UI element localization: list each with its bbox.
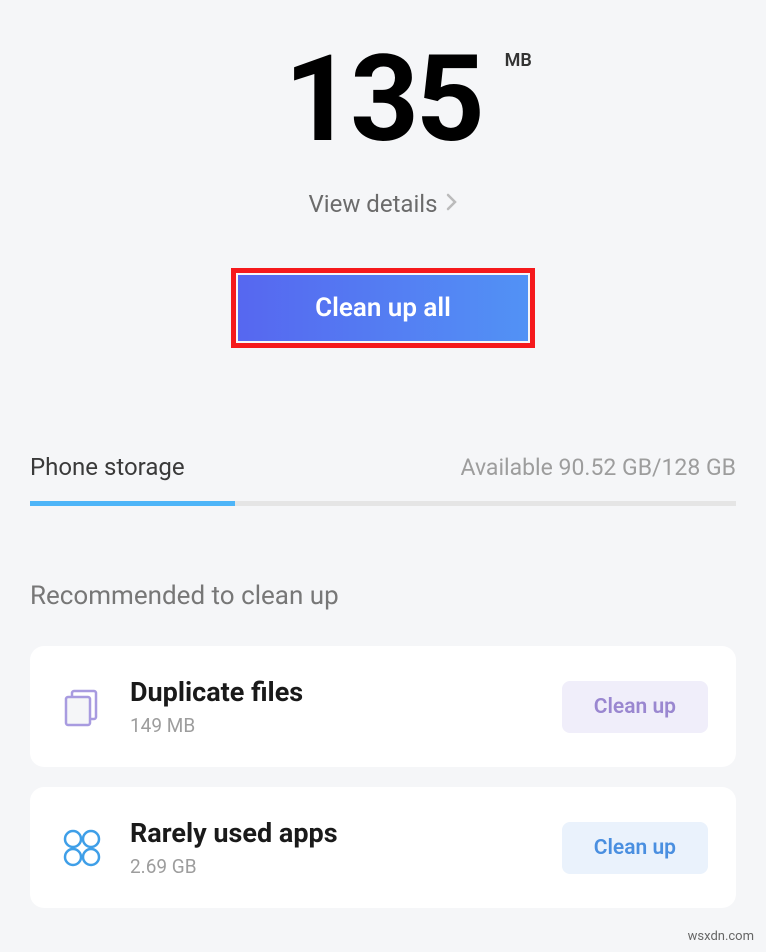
chevron-right-icon — [446, 193, 458, 216]
rarely-used-apps-icon — [58, 824, 106, 872]
storage-available-text: Available 90.52 GB/128 GB — [461, 454, 736, 481]
card-title: Rarely used apps — [130, 817, 538, 849]
card-rarely-used-apps[interactable]: Rarely used apps 2.69 GB Clean up — [30, 787, 736, 908]
cleanable-unit: MB — [505, 50, 532, 71]
recommend-title: Recommended to clean up — [30, 581, 736, 611]
view-details-link[interactable]: View details — [0, 190, 766, 218]
storage-progress-fill — [30, 501, 235, 506]
storage-progress-bar — [30, 501, 736, 506]
phone-storage-section: Phone storage Available 90.52 GB/128 GB — [30, 453, 736, 506]
card-subtitle: 2.69 GB — [130, 855, 538, 878]
clean-up-button[interactable]: Clean up — [562, 681, 708, 733]
cleanable-size-display: 135 MB — [284, 40, 482, 160]
storage-title: Phone storage — [30, 453, 185, 481]
view-details-label: View details — [308, 190, 437, 218]
clean-up-all-button[interactable]: Clean up all — [238, 275, 528, 341]
card-duplicate-files[interactable]: Duplicate files 149 MB Clean up — [30, 646, 736, 767]
clean-up-button[interactable]: Clean up — [562, 822, 708, 874]
watermark: wsxdn.com — [688, 929, 754, 944]
duplicate-files-icon — [58, 683, 106, 731]
cleanable-amount: 135 — [284, 40, 482, 160]
card-subtitle: 149 MB — [130, 714, 538, 737]
card-title: Duplicate files — [130, 676, 538, 708]
clean-all-highlight: Clean up all — [231, 268, 535, 348]
